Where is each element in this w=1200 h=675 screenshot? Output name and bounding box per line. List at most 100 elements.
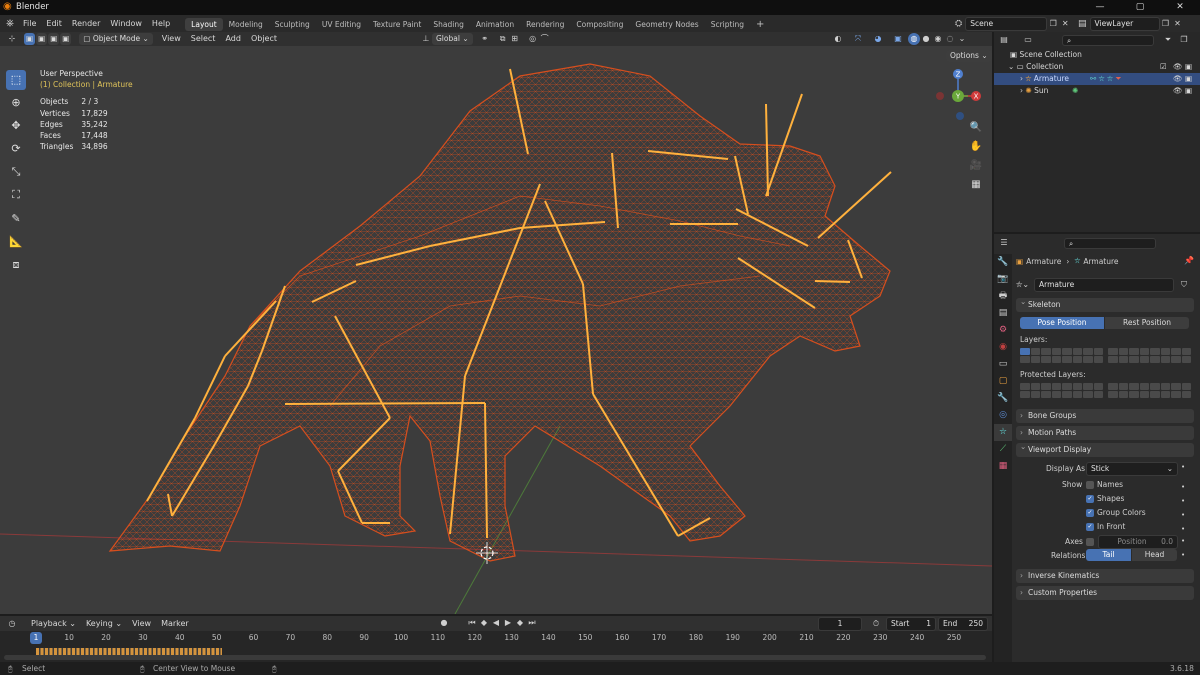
modifier-tab-icon[interactable]: 🔧 [994,390,1012,407]
maximize-icon[interactable]: ▢ [1120,0,1160,15]
play-icon[interactable]: ▶ [502,617,514,629]
editor-type-icon[interactable]: ⊹ [6,33,18,45]
timeline-editor-icon[interactable]: ◷ [6,618,18,630]
bone-layers-grid-b[interactable] [1108,348,1191,363]
gizmo-neg-z-axis[interactable] [956,112,964,120]
properties-search-input[interactable]: ⌕ [1064,237,1156,249]
shapes-checkbox[interactable]: ✓ Shapes [1086,494,1124,503]
filter-icon[interactable]: ⏷ [1162,34,1174,46]
close-icon[interactable]: ✕ [1160,0,1200,15]
tail-button[interactable]: Tail [1086,549,1131,561]
falloff-icon[interactable]: ⌒ [539,33,551,45]
menu-edit[interactable]: Edit [41,15,67,32]
new-viewlayer-icon[interactable]: ❐ [1160,18,1172,30]
tool-tab-icon[interactable]: 🔧 [994,254,1012,271]
tab-animation[interactable]: Animation [470,18,520,31]
rendered-shading-icon[interactable]: ◌ [944,33,956,45]
armature-browse-icon[interactable]: ⛥⌄ [1016,279,1029,291]
prev-keyframe-icon[interactable]: ◆ [478,617,490,629]
armature-name-field[interactable]: Armature [1034,278,1174,292]
options-dropdown[interactable]: Options ⌄ [946,50,992,62]
cursor-tool-icon[interactable]: ⊕ [6,93,26,113]
scene-field[interactable]: Scene [965,17,1048,31]
display-as-dropdown[interactable]: Stick ⌄ [1086,462,1178,476]
inverse-kinematics-panel-header[interactable]: Inverse Kinematics [1016,569,1194,583]
gizmo-icon[interactable]: ⤧ [852,33,864,45]
object-tab-icon[interactable]: ▢ [994,373,1012,390]
keyframe-dot-icon[interactable]: • [1181,551,1185,559]
outliner-item-scene-collection[interactable]: ▣ Scene Collection [994,49,1200,61]
select-invert-icon[interactable]: ▣ [60,33,72,45]
new-scene-icon[interactable]: ❐ [1047,18,1059,30]
frame-ruler[interactable]: 1 10 20 30 40 50 60 70 80 90 100 110 120 130 140 150 160… [0,632,992,644]
render-camera-icon[interactable]: ▣ [1185,73,1192,85]
outliner-item-collection[interactable]: ⌄ ▭ Collection ☑ 👁 ▣ [994,61,1200,73]
xray-icon[interactable]: ▣ [892,33,904,45]
delete-viewlayer-icon[interactable]: ✕ [1172,18,1184,30]
timeline-body[interactable]: 1 10 20 30 40 50 60 70 80 90 100 110 120 130 140 150 160… [0,631,992,662]
render-camera-icon[interactable]: ▣ [1185,61,1192,73]
light-data-icon[interactable]: ✺ [1072,85,1078,97]
exclude-checkbox-icon[interactable]: ☑ [1160,61,1167,73]
tab-texture-paint[interactable]: Texture Paint [367,18,427,31]
overlay-icon[interactable]: ◕ [872,33,884,45]
minimize-icon[interactable]: — [1080,0,1120,15]
jump-start-icon[interactable]: ⏮ [466,617,478,629]
3d-viewport[interactable]: ⬚ ⊕ ✥ ⟳ ⤡ ⛶ ✎ 📐 ⧈ User Perspective (1) C… [0,46,992,614]
wireframe-shading-icon[interactable]: ◍ [908,33,920,45]
in-front-checkbox[interactable]: ✓ In Front [1086,522,1125,531]
tab-scripting[interactable]: Scripting [705,18,750,31]
skeleton-panel-header[interactable]: Skeleton [1016,295,1194,312]
tab-compositing[interactable]: Compositing [570,18,629,31]
shading-options-icon[interactable]: ⌄ [956,33,968,45]
rotate-tool-icon[interactable]: ⟳ [6,139,26,159]
scene-icon[interactable]: ⛭ [955,19,962,29]
collection-tab-icon[interactable]: ▭ [994,356,1012,373]
jump-end-icon[interactable]: ⏭ [526,617,538,629]
keyframe-dot-icon[interactable]: • [1181,463,1185,471]
vp-menu-view[interactable]: View [157,32,186,46]
outliner-item-armature[interactable]: › ⛥ Armature ⚯ ⛥ ⛥ ⏷ 👁 ▣ [994,73,1200,85]
tl-menu-playback[interactable]: Playback ⌄ [26,616,81,631]
vp-menu-object[interactable]: Object [246,32,282,46]
armature-data-tab-icon[interactable]: ⛥ [994,424,1012,441]
visibility-eye-icon[interactable]: 👁 [1173,85,1183,97]
blender-menu-icon[interactable]: ⎈ [0,18,18,29]
pin-icon[interactable]: 📌 [1184,256,1194,265]
expand-icon[interactable]: ⌄ [1008,62,1017,71]
physics-tab-icon[interactable]: ◎ [994,407,1012,424]
tl-menu-view[interactable]: View [127,616,156,631]
custom-properties-panel-header[interactable]: Custom Properties [1016,586,1194,600]
tab-shading[interactable]: Shading [427,18,469,31]
start-frame-field[interactable]: Start 1 [886,617,936,631]
proportional-icon[interactable]: ◎ [527,33,539,45]
select-extend-icon[interactable]: ▣ [36,33,48,45]
viewlayer-field[interactable]: ViewLayer [1089,17,1160,31]
zoom-icon[interactable]: 🔍 [968,122,984,138]
bone-groups-panel-header[interactable]: Bone Groups [1016,409,1194,423]
keyframe-dots-icon[interactable]: • • • • [1181,480,1185,536]
orientation-dropdown[interactable]: Global ⌄ [432,33,473,45]
visibility-eye-icon[interactable]: 👁 [1173,61,1183,73]
viewport-display-panel-header[interactable]: Viewport Display [1016,440,1194,457]
visibility-eye-icon[interactable]: 👁 [1173,73,1183,85]
vp-menu-add[interactable]: Add [220,32,246,46]
next-keyframe-icon[interactable]: ◆ [514,617,526,629]
outliner-search-input[interactable]: ⌕ [1062,34,1154,46]
new-collection-icon[interactable]: ❐ [1178,34,1190,46]
view-layer-tab-icon[interactable]: ▤ [994,305,1012,322]
solid-shading-icon[interactable]: ● [920,33,932,45]
axes-checkbox[interactable] [1086,538,1094,546]
mode-dropdown[interactable]: ▢ Object Mode ⌄ [79,33,153,45]
menu-render[interactable]: Render [67,15,105,32]
delete-scene-icon[interactable]: ✕ [1059,18,1071,30]
vp-menu-select[interactable]: Select [186,32,221,46]
navigation-gizmo[interactable]: Z X Y [930,66,990,130]
scale-tool-icon[interactable]: ⤡ [6,162,26,182]
pan-hand-icon[interactable]: ✋ [968,141,984,157]
bone-tab-icon[interactable]: ⟋ [994,441,1012,458]
properties-editor-icon[interactable]: ☰ [998,237,1010,249]
measure-tool-icon[interactable]: 📐 [6,232,26,252]
annotate-tool-icon[interactable]: ✎ [6,209,26,229]
axes-position-field[interactable]: Position 0.0 [1098,535,1178,549]
